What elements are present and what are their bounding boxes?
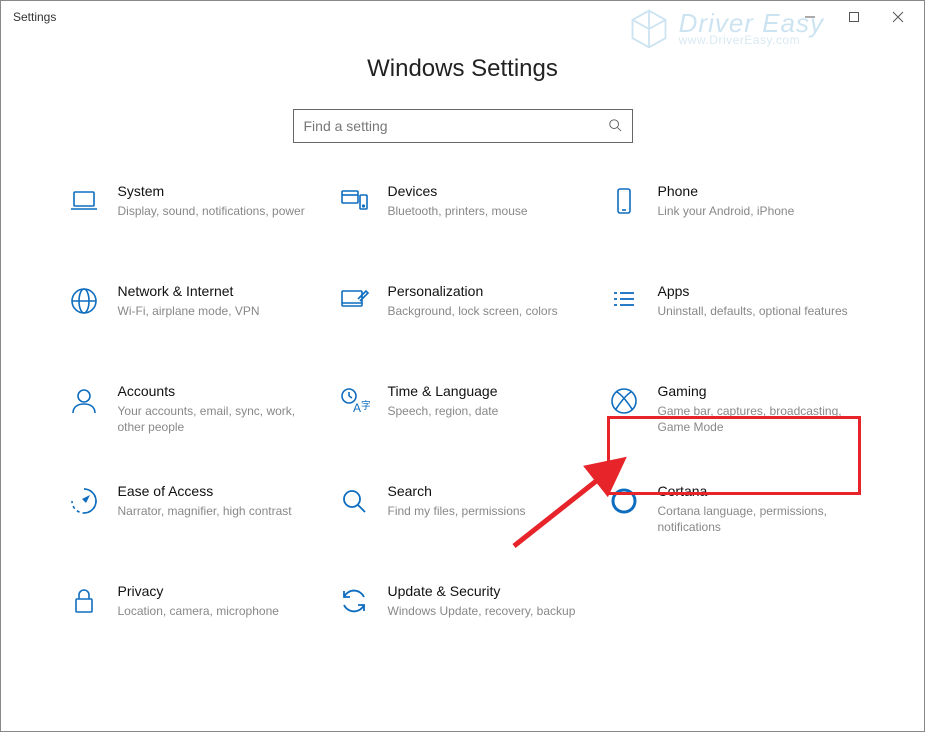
tile-update-security[interactable]: Update & Security Windows Update, recove… <box>328 577 598 647</box>
search-input[interactable]: Find a setting <box>293 109 633 143</box>
tile-title: Apps <box>658 283 854 299</box>
tile-title: Cortana <box>658 483 854 499</box>
tile-title: Network & Internet <box>118 283 314 299</box>
tile-apps[interactable]: Apps Uninstall, defaults, optional featu… <box>598 277 868 347</box>
tile-title: Accounts <box>118 383 314 399</box>
search-icon <box>608 118 622 135</box>
lock-icon <box>66 583 102 619</box>
phone-icon <box>606 183 642 219</box>
globe-icon <box>66 283 102 319</box>
tile-devices[interactable]: Devices Bluetooth, printers, mouse <box>328 177 598 247</box>
tile-phone[interactable]: Phone Link your Android, iPhone <box>598 177 868 247</box>
tile-desc: Your accounts, email, sync, work, other … <box>118 403 314 435</box>
tile-title: Time & Language <box>388 383 584 399</box>
tile-network[interactable]: Network & Internet Wi-Fi, airplane mode,… <box>58 277 328 347</box>
tile-personalization[interactable]: Personalization Background, lock screen,… <box>328 277 598 347</box>
time-language-icon: A字 <box>336 383 372 419</box>
settings-grid: System Display, sound, notifications, po… <box>1 177 924 667</box>
watermark-url: www.DriverEasy.com <box>679 35 824 46</box>
person-icon <box>66 383 102 419</box>
window-controls <box>788 3 920 31</box>
page-title: Windows Settings <box>1 55 924 83</box>
tile-desc: Cortana language, permissions, notificat… <box>658 503 854 535</box>
tile-desc: Display, sound, notifications, power <box>118 203 314 219</box>
tile-desc: Game bar, captures, broadcasting, Game M… <box>658 403 854 435</box>
tile-title: Gaming <box>658 383 854 399</box>
maximize-button[interactable] <box>832 3 876 31</box>
tile-title: Search <box>388 483 584 499</box>
tile-desc: Narrator, magnifier, high contrast <box>118 503 314 519</box>
ease-of-access-icon <box>66 483 102 519</box>
laptop-icon <box>66 183 102 219</box>
close-button[interactable] <box>876 3 920 31</box>
xbox-icon <box>606 383 642 419</box>
tile-title: Devices <box>388 183 584 199</box>
minimize-button[interactable] <box>788 3 832 31</box>
tile-title: Phone <box>658 183 854 199</box>
tile-accounts[interactable]: Accounts Your accounts, email, sync, wor… <box>58 377 328 447</box>
svg-text:字: 字 <box>361 399 370 412</box>
tile-title: System <box>118 183 314 199</box>
svg-text:A: A <box>353 401 361 415</box>
sync-icon <box>336 583 372 619</box>
magnifier-icon <box>336 483 372 519</box>
tile-time-language[interactable]: A字 Time & Language Speech, region, date <box>328 377 598 447</box>
tile-desc: Location, camera, microphone <box>118 603 314 619</box>
tile-desc: Windows Update, recovery, backup <box>388 603 584 619</box>
titlebar: Settings <box>1 1 924 33</box>
tile-desc: Uninstall, defaults, optional features <box>658 303 854 319</box>
tile-cortana[interactable]: Cortana Cortana language, permissions, n… <box>598 477 868 547</box>
tile-title: Personalization <box>388 283 584 299</box>
tile-desc: Wi-Fi, airplane mode, VPN <box>118 303 314 319</box>
tile-system[interactable]: System Display, sound, notifications, po… <box>58 177 328 247</box>
apps-list-icon <box>606 283 642 319</box>
devices-icon <box>336 183 372 219</box>
search-placeholder: Find a setting <box>304 118 608 134</box>
tile-title: Ease of Access <box>118 483 314 499</box>
tile-ease-of-access[interactable]: Ease of Access Narrator, magnifier, high… <box>58 477 328 547</box>
paint-icon <box>336 283 372 319</box>
tile-desc: Bluetooth, printers, mouse <box>388 203 584 219</box>
tile-desc: Speech, region, date <box>388 403 584 419</box>
tile-desc: Background, lock screen, colors <box>388 303 584 319</box>
cortana-icon <box>606 483 642 519</box>
tile-gaming[interactable]: Gaming Game bar, captures, broadcasting,… <box>598 377 868 447</box>
tile-desc: Link your Android, iPhone <box>658 203 854 219</box>
tile-search[interactable]: Search Find my files, permissions <box>328 477 598 547</box>
window-title: Settings <box>13 10 56 24</box>
tile-title: Update & Security <box>388 583 584 599</box>
tile-desc: Find my files, permissions <box>388 503 584 519</box>
tile-privacy[interactable]: Privacy Location, camera, microphone <box>58 577 328 647</box>
tile-title: Privacy <box>118 583 314 599</box>
